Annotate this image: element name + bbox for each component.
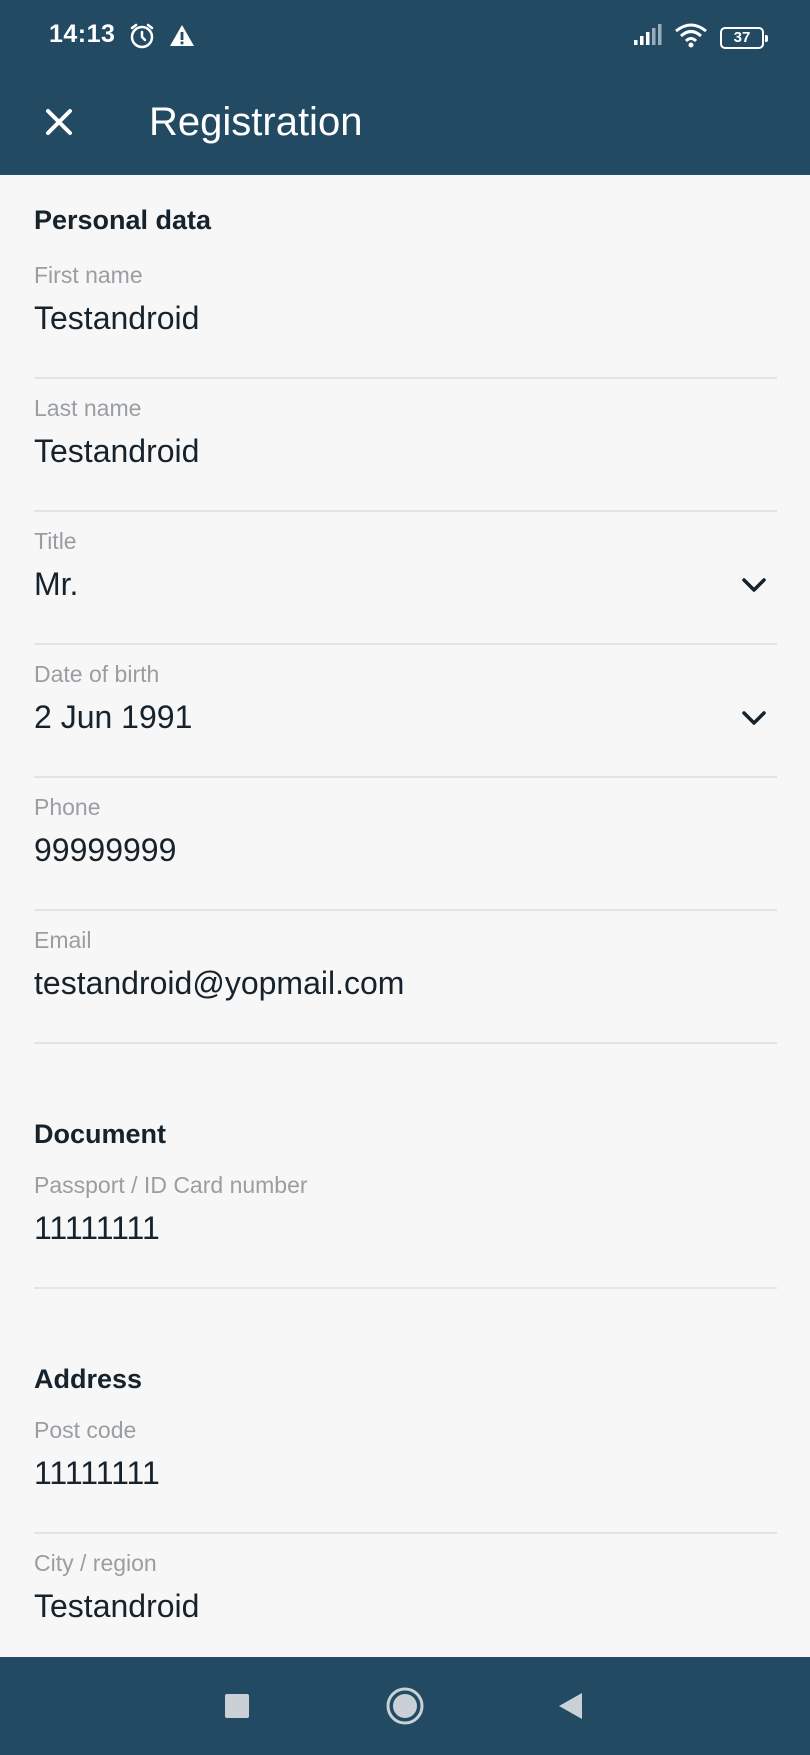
id-number-label: Passport / ID Card number	[34, 1172, 308, 1198]
phone-value[interactable]: 99999999	[34, 832, 714, 869]
last-name-label: Last name	[34, 395, 142, 421]
first-name-value[interactable]: Testandroid	[34, 300, 714, 337]
system-nav-bar	[0, 1657, 810, 1755]
signal-icon	[632, 23, 662, 52]
phone-field[interactable]: Phone 99999999	[34, 778, 777, 911]
status-right-icons: 37	[632, 22, 768, 53]
first-name-label: First name	[34, 262, 143, 288]
title-value[interactable]: Mr.	[34, 566, 714, 603]
id-number-field[interactable]: Passport / ID Card number 11111111	[34, 1156, 777, 1289]
last-name-field[interactable]: Last name Testandroid	[34, 379, 777, 512]
section-title-document: Document	[34, 1119, 167, 1149]
date-of-birth-label: Date of birth	[34, 661, 160, 687]
back-button[interactable]	[545, 1681, 595, 1731]
close-button[interactable]	[34, 97, 84, 147]
status-bar: 14:13 37	[0, 0, 810, 75]
id-number-value[interactable]: 11111111	[34, 1210, 714, 1247]
email-value[interactable]: testandroid@yopmail.com	[34, 965, 714, 1002]
section-title-address: Address	[34, 1364, 143, 1394]
chevron-down-icon[interactable]	[739, 570, 769, 600]
wifi-icon	[674, 22, 708, 53]
recents-button[interactable]	[212, 1681, 262, 1731]
post-code-value[interactable]: 11111111	[34, 1455, 714, 1492]
alarm-icon	[128, 22, 156, 55]
title-label: Title	[34, 528, 77, 554]
date-of-birth-select[interactable]: Date of birth 2 Jun 1991	[34, 645, 777, 778]
phone-label: Phone	[34, 794, 101, 820]
last-name-value[interactable]: Testandroid	[34, 433, 714, 470]
post-code-label: Post code	[34, 1417, 137, 1443]
close-icon	[46, 109, 72, 135]
section-title-personal-data: Personal data	[34, 205, 212, 235]
chevron-down-icon[interactable]	[739, 703, 769, 733]
warning-icon	[168, 22, 196, 55]
battery-icon: 37	[720, 26, 768, 49]
registration-form[interactable]: Personal data First name Testandroid Las…	[0, 175, 810, 1657]
title-select[interactable]: Title Mr.	[34, 512, 777, 645]
home-icon	[386, 1687, 424, 1725]
email-label: Email	[34, 927, 92, 953]
date-of-birth-value[interactable]: 2 Jun 1991	[34, 699, 714, 736]
city-field[interactable]: City / region Testandroid	[34, 1534, 777, 1657]
post-code-field[interactable]: Post code 11111111	[34, 1401, 777, 1534]
back-icon	[559, 1693, 582, 1719]
city-label: City / region	[34, 1550, 157, 1576]
app-bar: Registration	[0, 75, 810, 175]
status-time: 14:13	[49, 20, 116, 48]
page-title: Registration	[149, 100, 363, 144]
recents-icon	[225, 1694, 249, 1718]
first-name-field[interactable]: First name Testandroid	[34, 246, 777, 379]
status-left-icons	[128, 22, 196, 55]
email-field[interactable]: Email testandroid@yopmail.com	[34, 911, 777, 1044]
city-value[interactable]: Testandroid	[34, 1588, 714, 1625]
home-button[interactable]	[380, 1681, 430, 1731]
